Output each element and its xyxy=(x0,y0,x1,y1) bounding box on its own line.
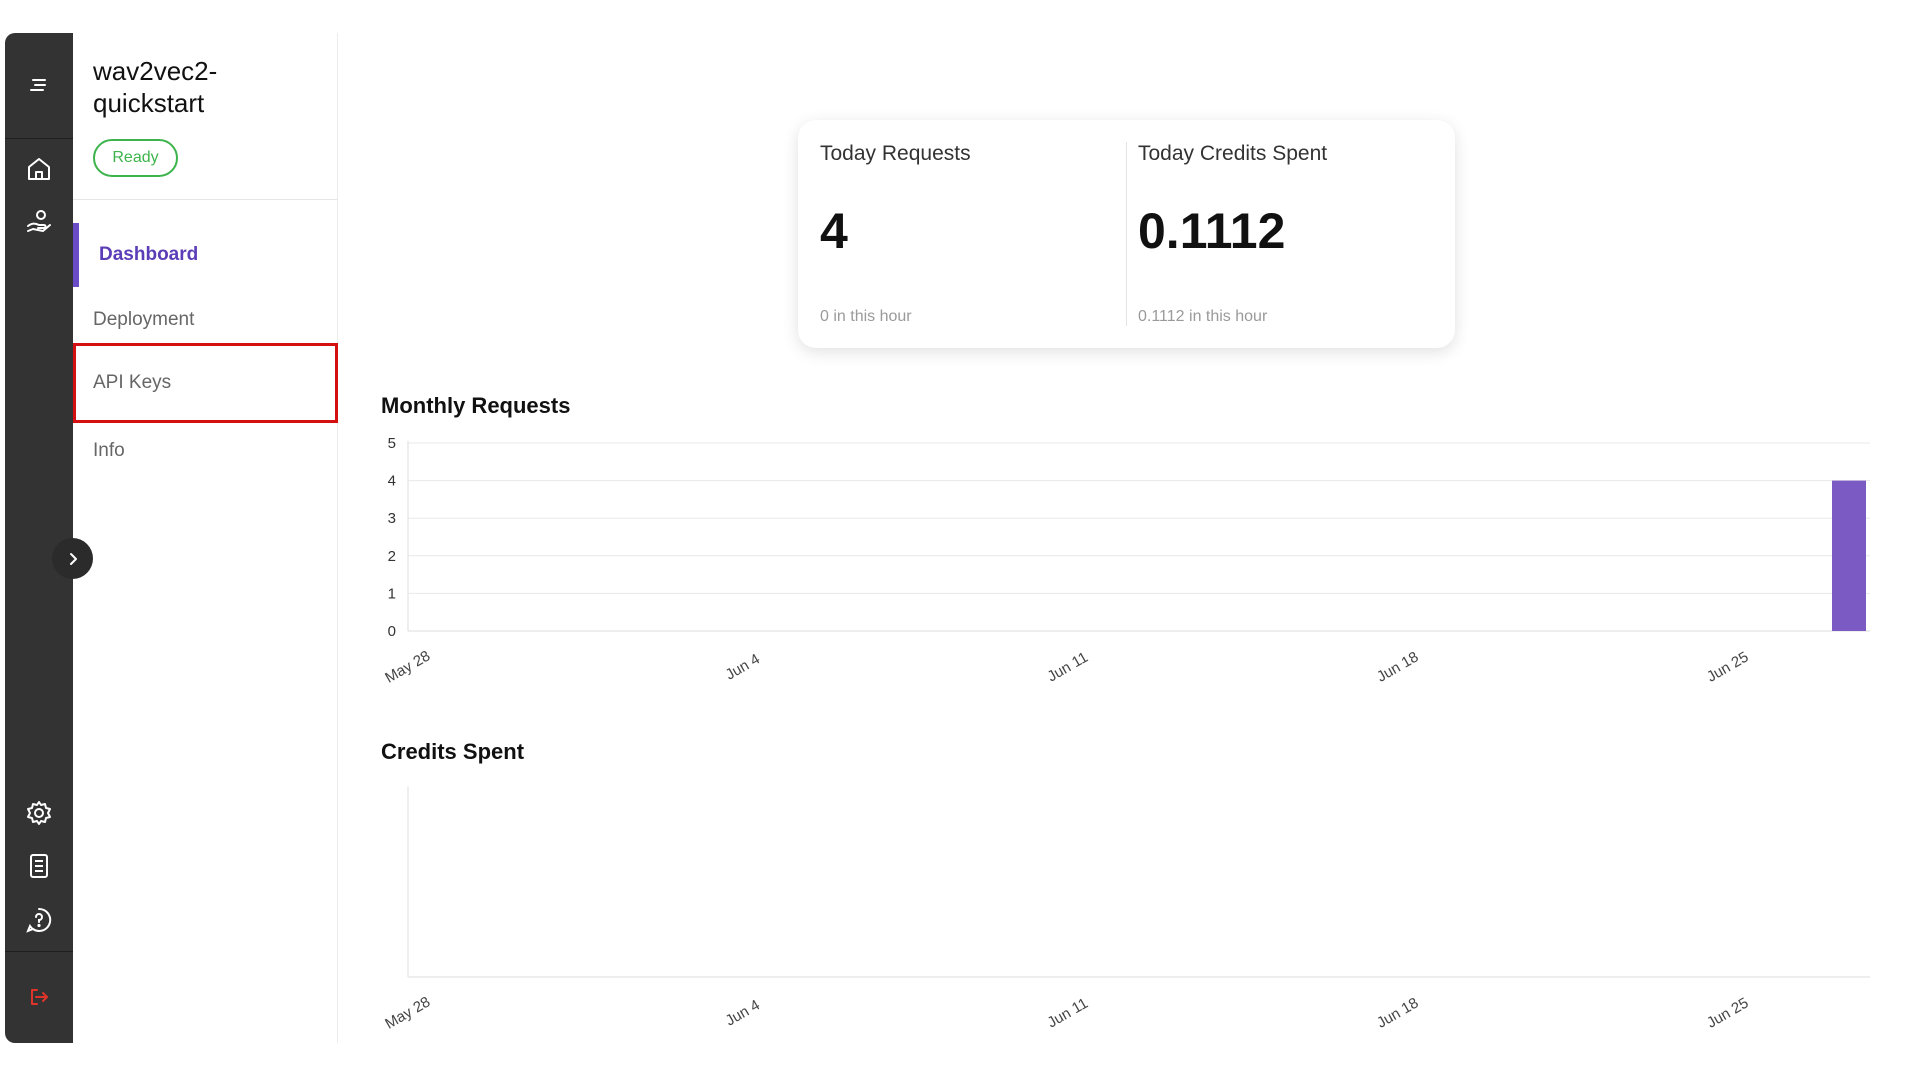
x-tick-label: Jun 18 xyxy=(1374,994,1422,1031)
chevron-right-icon xyxy=(69,552,77,565)
gear-icon[interactable] xyxy=(25,799,53,827)
stat-subtext: 0 in this hour xyxy=(820,308,912,325)
nav-item-info[interactable]: Info xyxy=(73,419,338,483)
x-tick-label: Jun 11 xyxy=(1044,995,1091,1032)
y-tick-label: 3 xyxy=(388,510,396,527)
y-tick-label: 2 xyxy=(388,548,396,565)
credits-spent-chart: May 28 Jun 4 Jun 11 Jun 18 Jun 25 xyxy=(382,787,1870,1033)
nav-item-label: Dashboard xyxy=(99,244,199,265)
y-tick-label: 0 xyxy=(388,623,396,640)
nav-item-label: Info xyxy=(93,440,125,461)
y-tick-label: 5 xyxy=(388,435,396,452)
x-tick-label: Jun 4 xyxy=(723,651,763,684)
x-tick-label: May 28 xyxy=(382,647,433,686)
logout-icon[interactable] xyxy=(25,983,53,1011)
bar xyxy=(1832,480,1866,631)
stat-label: Today Requests xyxy=(820,142,971,165)
app-window: wav2vec2-quickstart Ready Dashboard Depl… xyxy=(0,0,1920,1080)
stat-divider xyxy=(1126,142,1127,326)
nav-item-api-keys[interactable]: API Keys xyxy=(73,343,338,423)
stat-value: 0.1112 xyxy=(1138,203,1286,259)
monthly-requests-chart: 0 1 2 3 4 5 May 28 Jun 4 Jun 11 Jun 18 Jun 25 xyxy=(382,435,1870,687)
y-tick-label: 4 xyxy=(388,473,396,490)
x-tick-label: Jun 11 xyxy=(1044,649,1091,686)
y-tick-label: 1 xyxy=(388,585,396,602)
monthly-requests-title: Monthly Requests xyxy=(381,393,571,418)
menu-icon[interactable] xyxy=(25,71,53,99)
nav-item-label: API Keys xyxy=(93,372,172,393)
x-tick-label: Jun 4 xyxy=(723,997,763,1030)
project-title: wav2vec2-quickstart xyxy=(93,56,218,118)
expand-sidebar-button[interactable] xyxy=(52,538,93,579)
divider xyxy=(73,199,338,200)
x-tick-label: Jun 25 xyxy=(1704,994,1752,1031)
x-tick-label: Jun 25 xyxy=(1704,648,1752,685)
x-tick-label: Jun 18 xyxy=(1374,648,1422,685)
x-tick-label: May 28 xyxy=(382,993,433,1032)
status-badge: Ready xyxy=(93,139,178,177)
docs-icon[interactable] xyxy=(25,852,53,880)
hand-deploy-icon[interactable] xyxy=(25,208,53,236)
nav-item-dashboard[interactable]: Dashboard xyxy=(73,223,338,287)
help-chat-icon[interactable] xyxy=(25,906,53,934)
nav-item-label: Deployment xyxy=(93,309,195,330)
stat-label: Today Credits Spent xyxy=(1138,142,1328,165)
home-icon[interactable] xyxy=(25,155,53,183)
icon-rail xyxy=(5,33,73,1043)
credits-spent-title: Credits Spent xyxy=(381,739,525,764)
stat-subtext: 0.1112 in this hour xyxy=(1138,308,1268,325)
project-nav: wav2vec2-quickstart Ready Dashboard Depl… xyxy=(73,33,338,1043)
today-stats-card: Today Requests 4 0 in this hour Today Cr… xyxy=(798,120,1455,348)
stat-value: 4 xyxy=(820,203,848,259)
